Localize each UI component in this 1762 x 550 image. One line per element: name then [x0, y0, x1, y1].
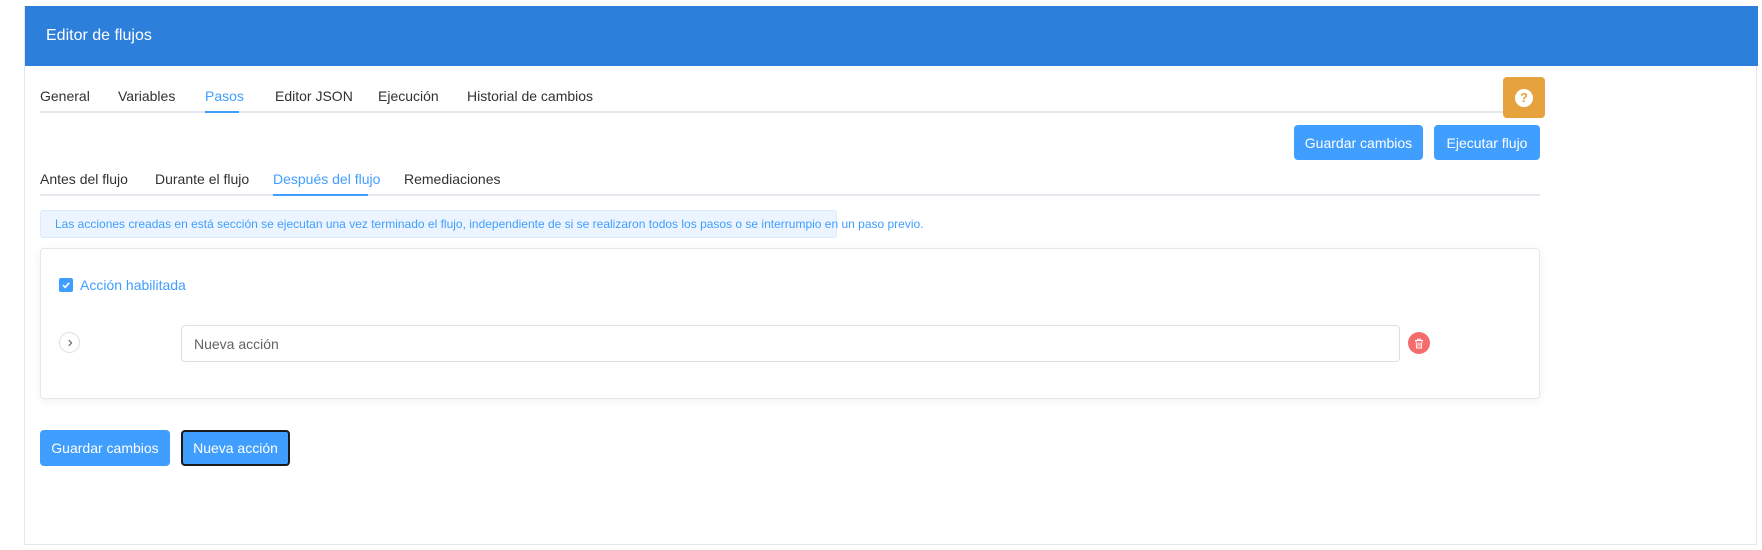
- action-name-input[interactable]: [181, 325, 1400, 362]
- tab-historial[interactable]: Historial de cambios: [467, 88, 593, 104]
- sub-tab-active-indicator: [273, 194, 368, 196]
- action-enabled-label: Acción habilitada: [80, 277, 186, 293]
- checkbox-checked-icon: [59, 278, 73, 292]
- new-action-button[interactable]: Nueva acción: [181, 430, 290, 466]
- tab-pasos[interactable]: Pasos: [205, 88, 244, 104]
- tab-ejecucion[interactable]: Ejecución: [378, 88, 439, 104]
- action-enabled-checkbox[interactable]: Acción habilitada: [59, 277, 186, 293]
- subtab-durante[interactable]: Durante el flujo: [155, 171, 249, 187]
- question-circle-icon: ?: [1515, 88, 1533, 107]
- action-card: [40, 248, 1540, 399]
- subtab-antes[interactable]: Antes del flujo: [40, 171, 128, 187]
- tab-variables[interactable]: Variables: [118, 88, 175, 104]
- trash-icon: [1415, 338, 1423, 348]
- expand-action-button[interactable]: [59, 332, 80, 353]
- info-alert-text: Las acciones creadas en está sección se …: [55, 217, 924, 231]
- main-tab-active-indicator: [205, 111, 239, 113]
- sub-tabs-divider: [40, 194, 1540, 196]
- tab-general[interactable]: General: [40, 88, 90, 104]
- subtab-despues[interactable]: Después del flujo: [273, 171, 380, 187]
- page-title: Editor de flujos: [46, 27, 152, 44]
- subtab-remediaciones[interactable]: Remediaciones: [404, 171, 501, 187]
- info-alert: Las acciones creadas en está sección se …: [40, 210, 924, 238]
- panel-header: Editor de flujos: [25, 6, 1758, 66]
- main-tabs-divider: [40, 111, 1540, 113]
- help-button[interactable]: ?: [1503, 77, 1545, 118]
- run-flow-button[interactable]: Ejecutar flujo: [1434, 125, 1540, 160]
- tab-editor-json[interactable]: Editor JSON: [275, 88, 353, 104]
- save-changes-button-top[interactable]: Guardar cambios: [1294, 125, 1423, 160]
- chevron-right-icon: [67, 339, 72, 346]
- delete-action-button[interactable]: [1408, 332, 1430, 354]
- save-changes-button-bottom[interactable]: Guardar cambios: [40, 430, 170, 466]
